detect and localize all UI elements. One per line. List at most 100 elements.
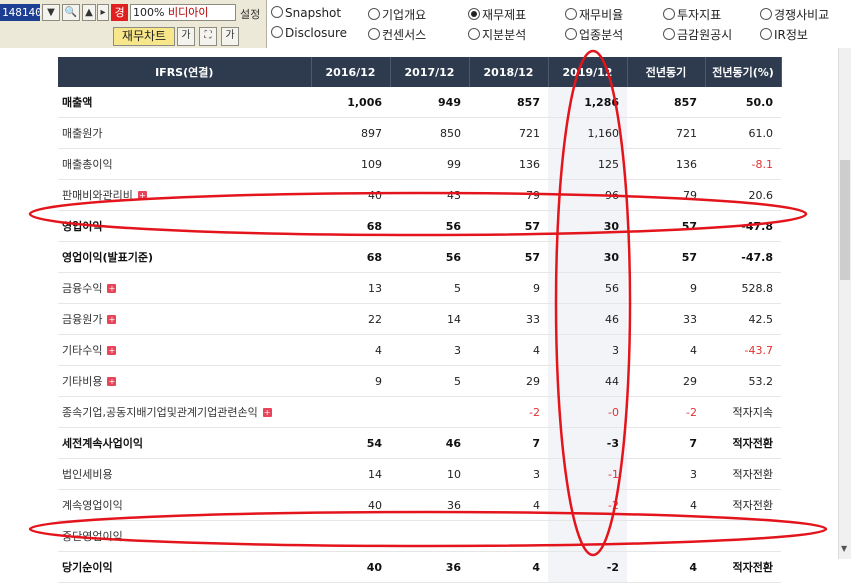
radio-circle-icon[interactable] xyxy=(565,8,577,20)
value-cell: 54 xyxy=(311,427,390,459)
value-cell: 3 xyxy=(548,334,627,366)
value-cell: 적자지속 xyxy=(705,396,781,428)
value-cell: 721 xyxy=(469,117,548,149)
radio-circle-icon[interactable] xyxy=(368,28,380,40)
value-cell: 3 xyxy=(390,334,469,366)
stock-code-input[interactable]: 148140 xyxy=(0,4,42,21)
scroll-down-arrow-icon[interactable]: ▼ xyxy=(841,544,847,553)
tab-radio-7[interactable]: 컨센서스 xyxy=(368,26,426,43)
financial-chart-button[interactable]: 재무차트 xyxy=(113,27,175,46)
font-style-button[interactable]: 가 xyxy=(221,27,239,46)
font-size-button[interactable]: 가 xyxy=(177,27,195,46)
column-header: 전년동기(%) xyxy=(705,57,782,87)
expand-plus-icon[interactable]: + xyxy=(262,408,272,417)
value-cell: 949 xyxy=(390,87,469,118)
value-cell: 4 xyxy=(311,334,390,366)
radio-circle-icon[interactable] xyxy=(271,6,283,18)
value-cell: 7 xyxy=(469,427,548,459)
radio-circle-icon[interactable] xyxy=(565,28,577,40)
table-row: 매출총이익 109 99 136 125 136 -8.1 xyxy=(58,148,781,180)
search-icon[interactable]: 🔍 xyxy=(62,4,80,21)
expand-icon[interactable]: ⛶ xyxy=(199,27,217,46)
row-label-cell: 영업이익(발표기준) xyxy=(58,241,311,273)
expand-plus-icon[interactable]: + xyxy=(107,315,117,324)
value-cell: 적자전환 xyxy=(705,458,781,490)
value-cell: -1 xyxy=(548,458,627,490)
tab-radio-3[interactable]: 재무비율 xyxy=(565,6,623,23)
table-row: 매출액 1,006 949 857 1,286 857 50.0 xyxy=(58,87,781,118)
tab-label: IR정보 xyxy=(774,28,808,42)
row-label-cell: 판매비와관리비 + xyxy=(58,179,311,211)
more-arrow-icon[interactable]: ▸ xyxy=(97,4,109,21)
value-cell: 30 xyxy=(548,241,627,273)
value-cell: -2 xyxy=(627,396,705,428)
radio-circle-icon[interactable] xyxy=(663,8,675,20)
radio-circle-icon[interactable] xyxy=(468,28,480,40)
column-header: 2019/12 xyxy=(548,57,628,87)
value-cell: 109 xyxy=(311,148,390,180)
row-label: 매출원가 xyxy=(62,127,103,140)
radio-circle-icon[interactable] xyxy=(663,28,675,40)
company-name-field[interactable]: 100% 비디아이 xyxy=(130,4,236,21)
expand-plus-icon[interactable]: + xyxy=(107,346,117,355)
expand-plus-icon[interactable]: + xyxy=(107,284,117,293)
value-cell: 적자전환 xyxy=(705,427,781,459)
tab-radio-10[interactable]: 금감원공시 xyxy=(663,26,732,43)
row-label-cell: 당기순이익 xyxy=(58,551,311,583)
value-cell: 20.6 xyxy=(705,179,781,211)
expand-plus-icon[interactable]: + xyxy=(107,377,117,386)
column-header: 2016/12 xyxy=(311,57,391,87)
value-cell: 57 xyxy=(469,241,548,273)
column-header: IFRS(연결) xyxy=(58,57,312,87)
radio-circle-icon[interactable] xyxy=(271,26,283,38)
value-cell: 1,006 xyxy=(311,87,390,118)
tab-label: 지분분석 xyxy=(482,28,527,42)
tab-radio-1[interactable]: 기업개요 xyxy=(368,6,426,23)
row-label-cell: 금융수익 + xyxy=(58,272,311,304)
tab-radio-8[interactable]: 지분분석 xyxy=(468,26,526,43)
expand-plus-icon[interactable]: + xyxy=(137,191,147,200)
table-row: 법인세비용 14 10 3 -1 3 적자전환 xyxy=(58,458,781,490)
row-label-cell: 계속영업이익 xyxy=(58,489,311,521)
row-label-cell: 매출액 xyxy=(58,87,311,118)
value-cell: 30 xyxy=(548,210,627,242)
tab-radio-11[interactable]: IR정보 xyxy=(760,26,808,43)
row-label-cell: 매출원가 xyxy=(58,117,311,149)
tab-radio-9[interactable]: 업종분석 xyxy=(565,26,623,43)
value-cell: 61.0 xyxy=(705,117,781,149)
warning-badge: 경 xyxy=(111,4,128,21)
speaker-icon[interactable]: ▲ xyxy=(82,4,96,21)
settings-link[interactable]: 설정 xyxy=(240,6,260,22)
tab-radio-6[interactable]: Disclosure xyxy=(271,26,347,40)
value-cell: -47.8 xyxy=(705,210,781,242)
tab-radio-5[interactable]: 경쟁사비교 xyxy=(760,6,829,23)
value-cell: 57 xyxy=(469,210,548,242)
radio-circle-icon[interactable] xyxy=(760,28,772,40)
value-cell xyxy=(627,520,705,552)
tab-label: 재무제표 xyxy=(482,8,527,22)
radio-circle-icon[interactable] xyxy=(468,8,480,20)
table-header-row: IFRS(연결) 2016/12 2017/12 2018/12 2019/12 전년동기… xyxy=(58,57,782,87)
value-cell: 56 xyxy=(548,272,627,304)
tab-radio-0[interactable]: Snapshot xyxy=(271,6,341,20)
tab-radio-2[interactable]: 재무제표 xyxy=(468,6,526,23)
value-cell: -0 xyxy=(548,396,627,428)
table-row: 영업이익 68 56 57 30 57 -47.8 xyxy=(58,210,781,242)
dropdown-arrow-button[interactable]: ▼ xyxy=(42,4,60,21)
scrollbar-thumb[interactable] xyxy=(840,160,850,280)
table-row: 금융수익 +13 5 9 56 9 528.8 xyxy=(58,272,781,304)
row-label: 법인세비용 xyxy=(62,468,113,481)
radio-circle-icon[interactable] xyxy=(760,8,772,20)
radio-circle-icon[interactable] xyxy=(368,8,380,20)
value-cell: 10 xyxy=(390,458,469,490)
value-cell: 79 xyxy=(469,179,548,211)
vertical-scrollbar[interactable]: ▼ xyxy=(838,48,851,559)
value-cell: 79 xyxy=(627,179,705,211)
tab-radio-4[interactable]: 투자지표 xyxy=(663,6,721,23)
row-label-cell: 기타비용 + xyxy=(58,365,311,397)
value-cell: 42.5 xyxy=(705,303,781,335)
column-header: 전년동기 xyxy=(627,57,706,87)
row-label-cell: 법인세비용 xyxy=(58,458,311,490)
row-label: 금융원가 xyxy=(62,313,103,326)
value-cell: -3 xyxy=(548,427,627,459)
